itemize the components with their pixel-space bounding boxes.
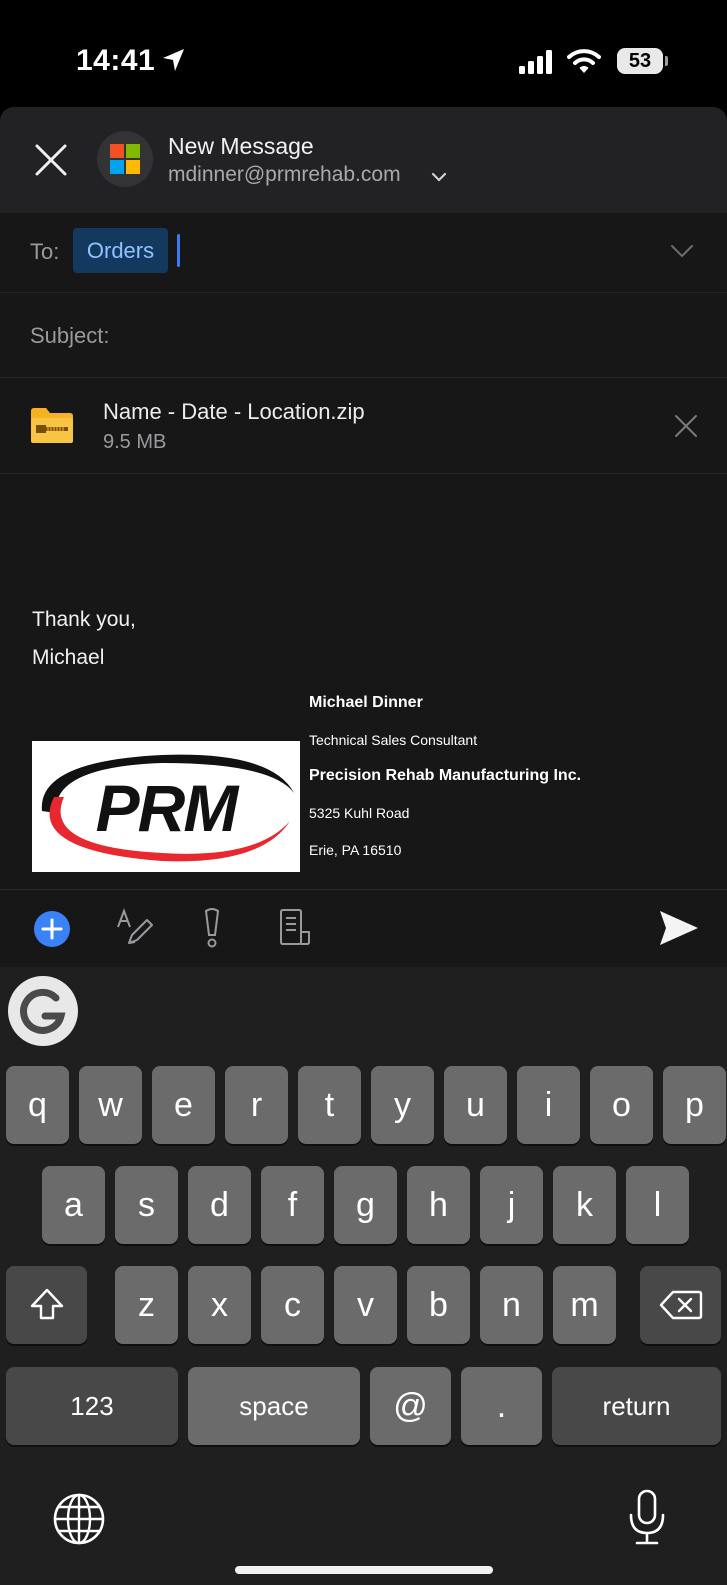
globe-icon[interactable] (52, 1492, 106, 1546)
company-logo: PRM (32, 741, 300, 872)
ms-logo-yellow (126, 160, 140, 174)
subject-label: Subject: (30, 323, 110, 348)
key-d[interactable]: d (188, 1166, 251, 1244)
cellular-signal-icon (519, 50, 552, 74)
key-l[interactable]: l (626, 1166, 689, 1244)
zip-file-icon (31, 408, 73, 443)
backspace-icon (659, 1290, 702, 1320)
status-time: 14:41 (76, 44, 156, 77)
add-attachment-icon[interactable] (33, 910, 71, 948)
battery-cap (665, 56, 668, 66)
key-t[interactable]: t (298, 1066, 361, 1144)
numbers-key[interactable]: 123 (6, 1367, 178, 1445)
signature-name: Michael Dinner (309, 694, 423, 711)
grammarly-icon (20, 988, 66, 1034)
location-arrow-icon (163, 49, 184, 71)
ms-logo-red (110, 144, 124, 158)
return-key[interactable]: return (552, 1367, 721, 1445)
attachment-row[interactable] (0, 378, 727, 473)
shift-icon (30, 1288, 63, 1320)
key-o[interactable]: o (590, 1066, 653, 1144)
expand-recipients-chevron-icon[interactable] (670, 244, 694, 258)
key-w[interactable]: w (79, 1066, 142, 1144)
key-n[interactable]: n (480, 1266, 543, 1344)
key-i[interactable]: i (517, 1066, 580, 1144)
key-m[interactable]: m (553, 1266, 616, 1344)
space-key[interactable]: space (188, 1367, 360, 1445)
ms-logo-blue (110, 160, 124, 174)
attachment-name: Name - Date - Location.zip (103, 399, 365, 424)
key-e[interactable]: e (152, 1066, 215, 1144)
text-cursor (177, 234, 180, 267)
remove-attachment-icon[interactable] (674, 414, 698, 438)
key-q[interactable]: q (6, 1066, 69, 1144)
compose-sheet: New Message mdinner@prmrehab.com To: Ord… (0, 107, 727, 967)
signature-company: Precision Rehab Manufacturing Inc. (309, 767, 582, 784)
grammarly-button[interactable] (8, 976, 78, 1046)
key-s[interactable]: s (115, 1166, 178, 1244)
key-k[interactable]: k (553, 1166, 616, 1244)
key-x[interactable]: x (188, 1266, 251, 1344)
svg-text:PRM: PRM (96, 771, 241, 845)
signature-city: Erie, PA 16510 (309, 842, 402, 858)
importance-icon[interactable] (200, 907, 224, 949)
key-c[interactable]: c (261, 1266, 324, 1344)
account-selector[interactable]: mdinner@prmrehab.com (168, 163, 401, 187)
template-icon[interactable] (277, 908, 313, 946)
key-y[interactable]: y (371, 1066, 434, 1144)
key-g[interactable]: g (334, 1166, 397, 1244)
to-label: To: (30, 239, 60, 264)
key-p[interactable]: p (663, 1066, 726, 1144)
delete-key[interactable] (640, 1266, 721, 1344)
key-a[interactable]: a (42, 1166, 105, 1244)
microphone-icon[interactable] (628, 1489, 666, 1547)
home-indicator[interactable] (235, 1566, 493, 1574)
key-u[interactable]: u (444, 1066, 507, 1144)
ms-logo-green (126, 144, 140, 158)
compose-header: New Message mdinner@prmrehab.com (0, 107, 727, 213)
account-avatar[interactable] (97, 131, 153, 187)
compose-title: New Message (168, 133, 314, 159)
close-icon[interactable] (34, 143, 68, 177)
key-h[interactable]: h (407, 1166, 470, 1244)
at-key[interactable]: @ (370, 1367, 451, 1445)
format-text-icon[interactable] (115, 907, 155, 947)
send-icon[interactable] (658, 909, 700, 947)
key-v[interactable]: v (334, 1266, 397, 1344)
battery-indicator: 53 (617, 48, 663, 74)
period-key[interactable]: . (461, 1367, 542, 1445)
key-r[interactable]: r (225, 1066, 288, 1144)
attachment-size: 9.5 MB (103, 431, 167, 453)
body-sender: Michael (32, 646, 105, 669)
chevron-down-icon[interactable] (431, 171, 447, 183)
key-f[interactable]: f (261, 1166, 324, 1244)
wifi-icon (567, 49, 601, 73)
signature-title: Technical Sales Consultant (309, 732, 478, 748)
key-j[interactable]: j (480, 1166, 543, 1244)
body-closing: Thank you, (32, 608, 136, 631)
signature-street: 5325 Kuhl Road (309, 805, 410, 821)
compose-toolbar (0, 889, 727, 968)
key-b[interactable]: b (407, 1266, 470, 1344)
key-z[interactable]: z (115, 1266, 178, 1344)
recipient-chip[interactable]: Orders (73, 228, 168, 273)
shift-key[interactable] (6, 1266, 87, 1344)
